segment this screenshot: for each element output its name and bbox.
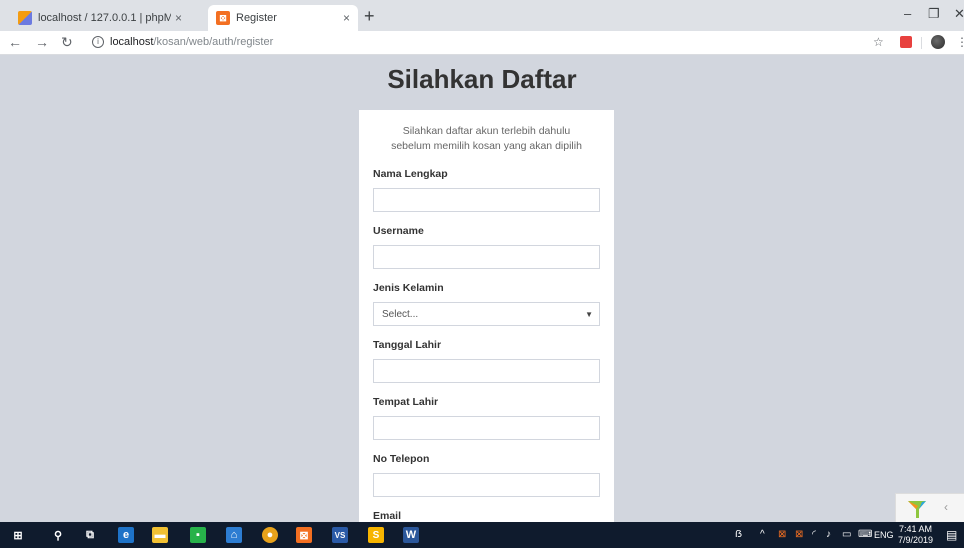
- url-path: /kosan/web/auth/register: [153, 36, 274, 48]
- show-hidden-icons-chevron[interactable]: ^: [760, 529, 765, 540]
- toolbar-divider: [921, 37, 922, 49]
- email-label: Email: [373, 510, 402, 522]
- browser-toolbar: ← → ↻ i localhost/kosan/web/auth/registe…: [0, 31, 964, 55]
- tab-title: localhost / 127.0.0.1 | phpMyAdm: [38, 12, 171, 24]
- info-icon[interactable]: i: [92, 36, 104, 48]
- clock-time: 7:41 AM: [899, 524, 933, 534]
- xampp-icon: ⊠: [216, 11, 230, 25]
- windows-start-icon[interactable]: ⊞: [10, 527, 26, 543]
- store-icon[interactable]: ⌂: [226, 527, 242, 543]
- yii-debug-toolbar[interactable]: ‹: [895, 493, 964, 523]
- windows-taskbar: ⊞ ⚲ ⧉ e ▬ ▪ ⌂ ● ⊠ VS S W ẞ ^ ⊠ ⊠ ◜ ♪ ▭ ⌨…: [0, 522, 964, 548]
- system-clock[interactable]: 7:41 AM 7/9/2019: [898, 524, 933, 546]
- search-icon[interactable]: ⚲: [50, 527, 66, 543]
- nama-lengkap-label: Nama Lengkap: [373, 168, 448, 180]
- collapse-chevron-icon[interactable]: ‹: [944, 500, 948, 514]
- file-explorer-icon[interactable]: ▬: [152, 527, 168, 543]
- select-value: Select...: [382, 308, 419, 320]
- page-title: Silahkan Daftar: [387, 64, 577, 94]
- task-view-icon[interactable]: ⧉: [82, 527, 98, 543]
- back-arrow-icon[interactable]: ←: [8, 34, 22, 50]
- vscode-icon[interactable]: VS: [332, 527, 348, 543]
- intro-line-1: Silahkan daftar akun terlebih dahulu: [402, 125, 571, 137]
- word-icon[interactable]: W: [403, 527, 419, 543]
- tab-register[interactable]: ⊠ Register ×: [208, 5, 358, 31]
- notification-icon[interactable]: ▤: [946, 528, 957, 542]
- profile-avatar[interactable]: [931, 35, 945, 49]
- line-app-icon[interactable]: ▪: [190, 527, 206, 543]
- forward-arrow-icon[interactable]: →: [35, 34, 49, 50]
- tempat-lahir-input[interactable]: [373, 416, 600, 440]
- no-telepon-label: No Telepon: [373, 453, 430, 465]
- sublime-icon[interactable]: S: [368, 527, 384, 543]
- extension-icon[interactable]: [900, 36, 912, 48]
- language-indicator[interactable]: ENG: [874, 530, 894, 540]
- close-icon[interactable]: ×: [175, 11, 182, 25]
- bookmark-star-icon[interactable]: ☆: [873, 35, 884, 49]
- chrome-icon[interactable]: ●: [262, 527, 278, 543]
- restore-icon[interactable]: ❐: [928, 6, 940, 22]
- phpmyadmin-icon: [18, 11, 32, 25]
- intro-line-2: sebelum memilih kosan yang akan dipilih: [391, 140, 582, 152]
- browser-tab-strip: localhost / 127.0.0.1 | phpMyAdm × ⊠ Reg…: [0, 0, 964, 31]
- yii-logo-icon: [908, 501, 926, 518]
- xampp-tray-icon-2[interactable]: ⊠: [795, 529, 803, 540]
- tab-phpmyadmin[interactable]: localhost / 127.0.0.1 | phpMyAdm ×: [10, 5, 190, 31]
- wifi-icon[interactable]: ◜: [812, 529, 816, 540]
- intro-text: Silahkan daftar akun terlebih dahulu seb…: [373, 124, 600, 154]
- jenis-kelamin-select[interactable]: Select... ▼: [373, 302, 600, 326]
- username-label: Username: [373, 225, 424, 237]
- close-icon[interactable]: ×: [343, 11, 350, 25]
- new-tab-button[interactable]: +: [364, 6, 375, 27]
- clock-date: 7/9/2019: [898, 535, 934, 545]
- xampp-tray-icon[interactable]: ⊠: [778, 529, 786, 540]
- username-input[interactable]: [373, 245, 600, 269]
- volume-icon[interactable]: ♪: [826, 529, 831, 540]
- minimize-icon[interactable]: –: [904, 6, 911, 21]
- tanggal-lahir-input[interactable]: [373, 359, 600, 383]
- jenis-kelamin-label: Jenis Kelamin: [373, 282, 444, 294]
- reload-icon[interactable]: ↻: [61, 34, 73, 51]
- xampp-taskbar-icon[interactable]: ⊠: [296, 527, 312, 543]
- tanggal-lahir-label: Tanggal Lahir: [373, 339, 442, 351]
- url-host: localhost: [110, 36, 154, 48]
- edge-icon[interactable]: e: [118, 527, 134, 543]
- dropdown-arrow-icon: ▼: [585, 309, 593, 319]
- menu-icon[interactable]: ⋮: [956, 35, 964, 49]
- close-window-icon[interactable]: ✕: [954, 6, 964, 22]
- tempat-lahir-label: Tempat Lahir: [373, 396, 439, 408]
- keyboard-icon[interactable]: ⌨: [858, 529, 872, 540]
- battery-icon[interactable]: ▭: [842, 529, 851, 540]
- address-bar[interactable]: localhost/kosan/web/auth/register: [110, 36, 273, 48]
- register-form-card: Silahkan daftar akun terlebih dahulu seb…: [359, 110, 614, 522]
- no-telepon-input[interactable]: [373, 473, 600, 497]
- nama-lengkap-input[interactable]: [373, 188, 600, 212]
- tab-title: Register: [236, 12, 277, 24]
- people-icon[interactable]: ẞ: [735, 529, 742, 540]
